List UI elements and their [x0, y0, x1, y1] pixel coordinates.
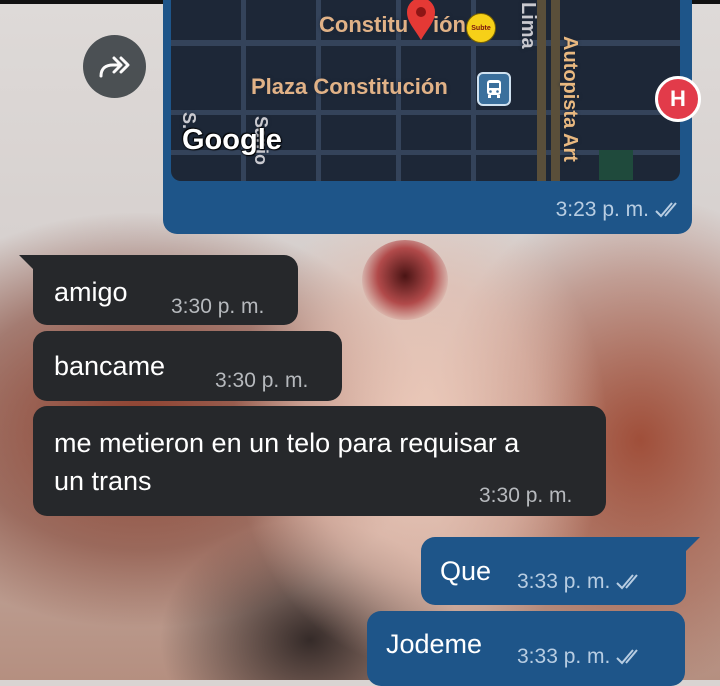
message-text: amigo	[54, 277, 128, 307]
message-text: Que	[440, 556, 492, 586]
message-meta: 3:23 p. m.	[556, 198, 683, 222]
hospital-icon-label: H	[670, 86, 686, 111]
location-pin-icon	[407, 0, 435, 40]
message-meta: 3:33 p. m.	[517, 645, 644, 669]
map-street-label: Lima	[517, 2, 539, 49]
map-street	[171, 40, 680, 46]
map-street	[171, 110, 680, 115]
message-time: 3:30 p. m.	[479, 484, 573, 507]
double-check-icon	[616, 574, 639, 590]
bus-station-icon	[477, 72, 511, 106]
map-park	[599, 150, 633, 180]
message-text: bancame	[54, 351, 166, 381]
hospital-marker-icon: H	[655, 76, 701, 122]
map-place-label: Constitu	[319, 12, 409, 37]
double-check-icon	[616, 649, 639, 665]
outgoing-message-bubble[interactable]: Que 3:33 p. m.	[421, 537, 686, 605]
outgoing-message-bubble[interactable]: Jodeme 3:33 p. m.	[367, 611, 685, 686]
incoming-message-bubble[interactable]: me metieron en un telo para requisar a u…	[33, 406, 606, 516]
wallpaper-detail	[362, 240, 448, 320]
subway-station-icon: Subte	[466, 13, 496, 43]
forward-arrows-icon	[99, 56, 129, 77]
message-text-line-2: un trans	[54, 466, 152, 496]
message-text: Jodeme	[386, 629, 483, 659]
forward-button[interactable]	[83, 35, 146, 98]
message-time: 3:23 p. m.	[555, 198, 649, 221]
google-logo: Google	[182, 124, 282, 156]
incoming-message-bubble[interactable]: bancame 3:30 p. m.	[33, 331, 342, 401]
message-time: 3:33 p. m.	[517, 645, 611, 668]
message-time: 3:30 p. m.	[215, 369, 309, 392]
message-time: 3:33 p. m.	[517, 570, 611, 593]
message-meta: 3:33 p. m.	[517, 570, 644, 594]
map-place-label: ión	[433, 12, 466, 37]
bubble-tail	[684, 537, 700, 553]
incoming-message-bubble[interactable]: amigo 3:30 p. m.	[33, 255, 298, 325]
map-place-label: Plaza Constitución	[251, 74, 448, 99]
message-time: 3:30 p. m.	[171, 295, 265, 318]
message-text-line-1: me metieron en un telo para requisar a	[54, 428, 520, 458]
bus-icon	[487, 80, 501, 98]
double-check-icon	[655, 202, 677, 218]
map-highway-label: Autopista Art	[559, 36, 581, 162]
subway-icon-label: Subte	[471, 24, 491, 32]
